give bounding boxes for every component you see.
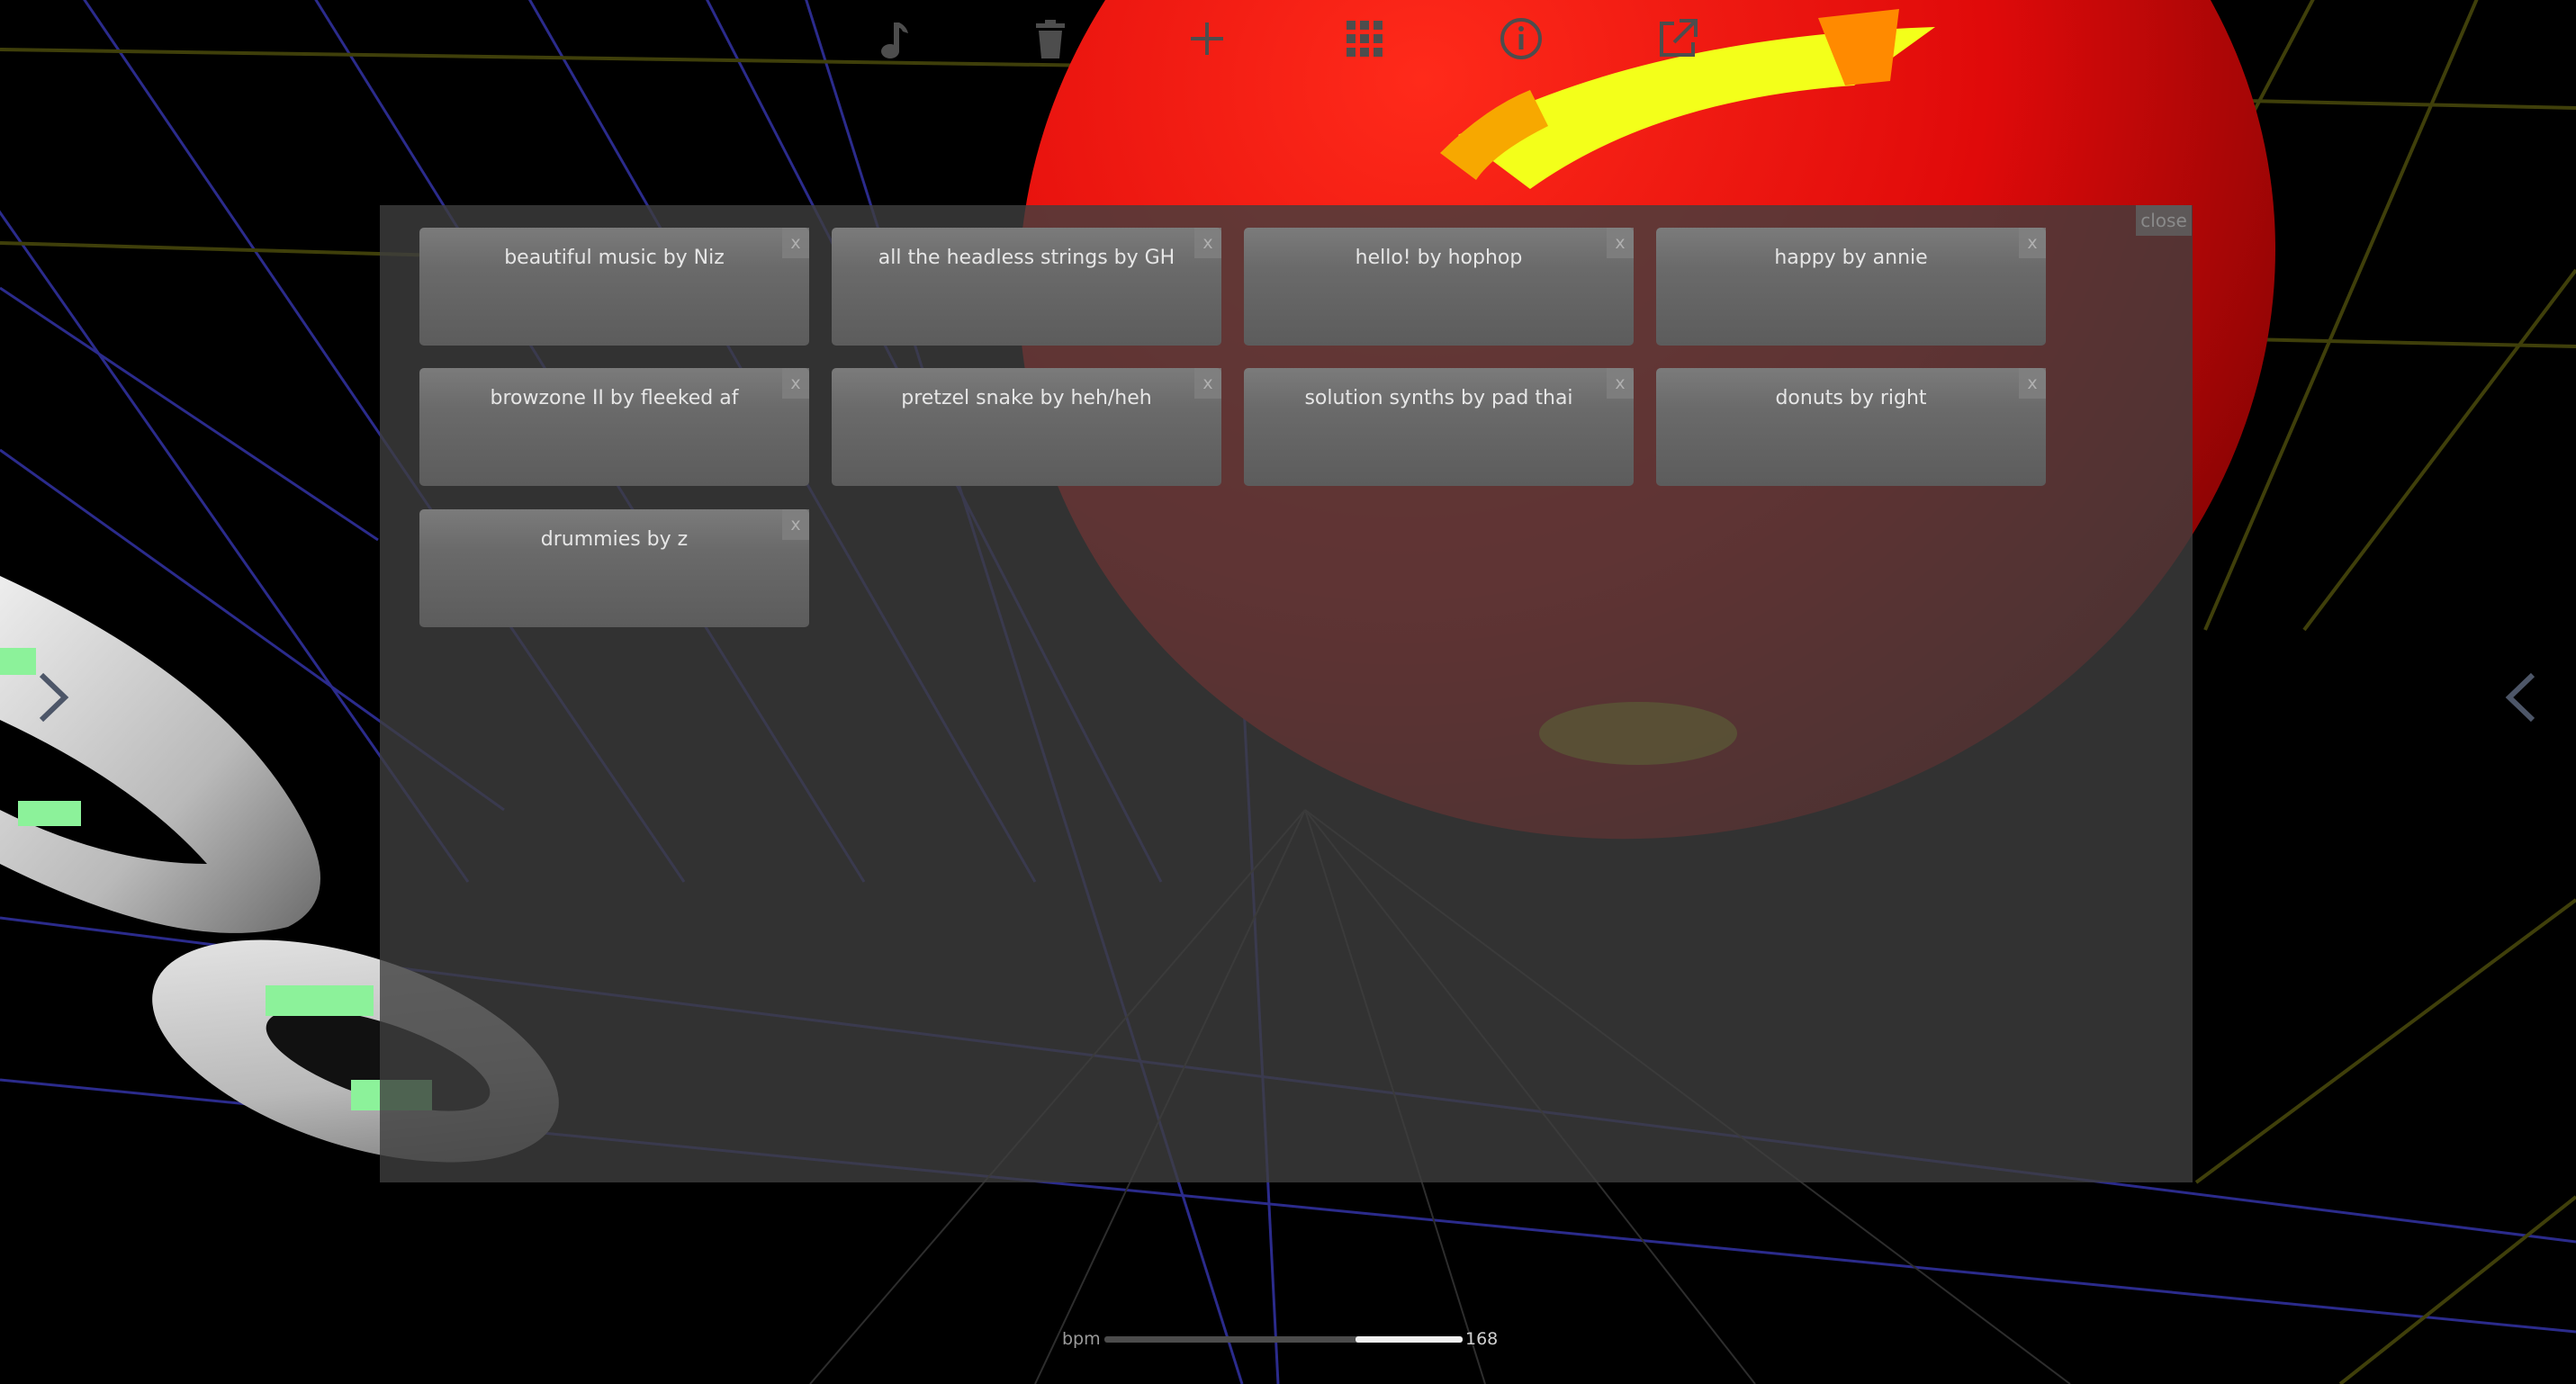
bpm-slider-fill [1355,1336,1463,1343]
delete-song-button[interactable]: x [1607,228,1634,258]
song-card[interactable]: solution synths by pad thai x [1244,368,1634,486]
delete-song-button[interactable]: x [2019,368,2046,399]
song-title: drummies by z [540,528,689,551]
song-title: solution synths by pad thai [1304,387,1573,409]
close-button[interactable]: close [2136,205,2192,236]
delete-song-button[interactable]: x [782,509,809,540]
bpm-control: bpm 168 [1062,1326,1512,1352]
bpm-slider[interactable] [1104,1336,1463,1343]
song-title: happy by annie [1774,247,1928,269]
chevron-left-icon[interactable] [2495,666,2549,729]
song-title: browzone II by fleeked af [490,387,739,409]
song-card[interactable]: hello! by hophop x [1244,228,1634,346]
song-card[interactable]: all the headless strings by GH x [832,228,1221,346]
song-card[interactable]: donuts by right x [1656,368,2046,486]
delete-song-button[interactable]: x [2019,228,2046,258]
bpm-label: bpm [1062,1329,1101,1349]
bpm-value: 168 [1465,1329,1499,1349]
songs-modal: close beautiful music by Niz x all the h… [380,205,2193,1182]
song-card[interactable]: beautiful music by Niz x [419,228,809,346]
delete-song-button[interactable]: x [782,368,809,399]
share-icon[interactable] [1642,7,1714,70]
trash-icon[interactable] [1014,7,1086,70]
song-card[interactable]: happy by annie x [1656,228,2046,346]
song-title: pretzel snake by heh/heh [901,387,1152,409]
song-title: hello! by hophop [1355,247,1523,269]
delete-song-button[interactable]: x [1194,368,1221,399]
song-title: all the headless strings by GH [878,247,1175,269]
song-card[interactable]: browzone II by fleeked af x [419,368,809,486]
chevron-right-icon[interactable] [25,666,79,729]
song-title: beautiful music by Niz [504,247,725,269]
delete-song-button[interactable]: x [1194,228,1221,258]
delete-song-button[interactable]: x [782,228,809,258]
music-note-icon[interactable] [858,7,930,70]
delete-song-button[interactable]: x [1607,368,1634,399]
song-card[interactable]: pretzel snake by heh/heh x [832,368,1221,486]
grid-icon[interactable] [1329,7,1401,70]
plus-icon[interactable] [1171,7,1243,70]
song-card[interactable]: drummies by z x [419,509,809,627]
toolbar [0,7,2576,70]
info-icon[interactable] [1485,7,1557,70]
song-title: donuts by right [1775,387,1927,409]
